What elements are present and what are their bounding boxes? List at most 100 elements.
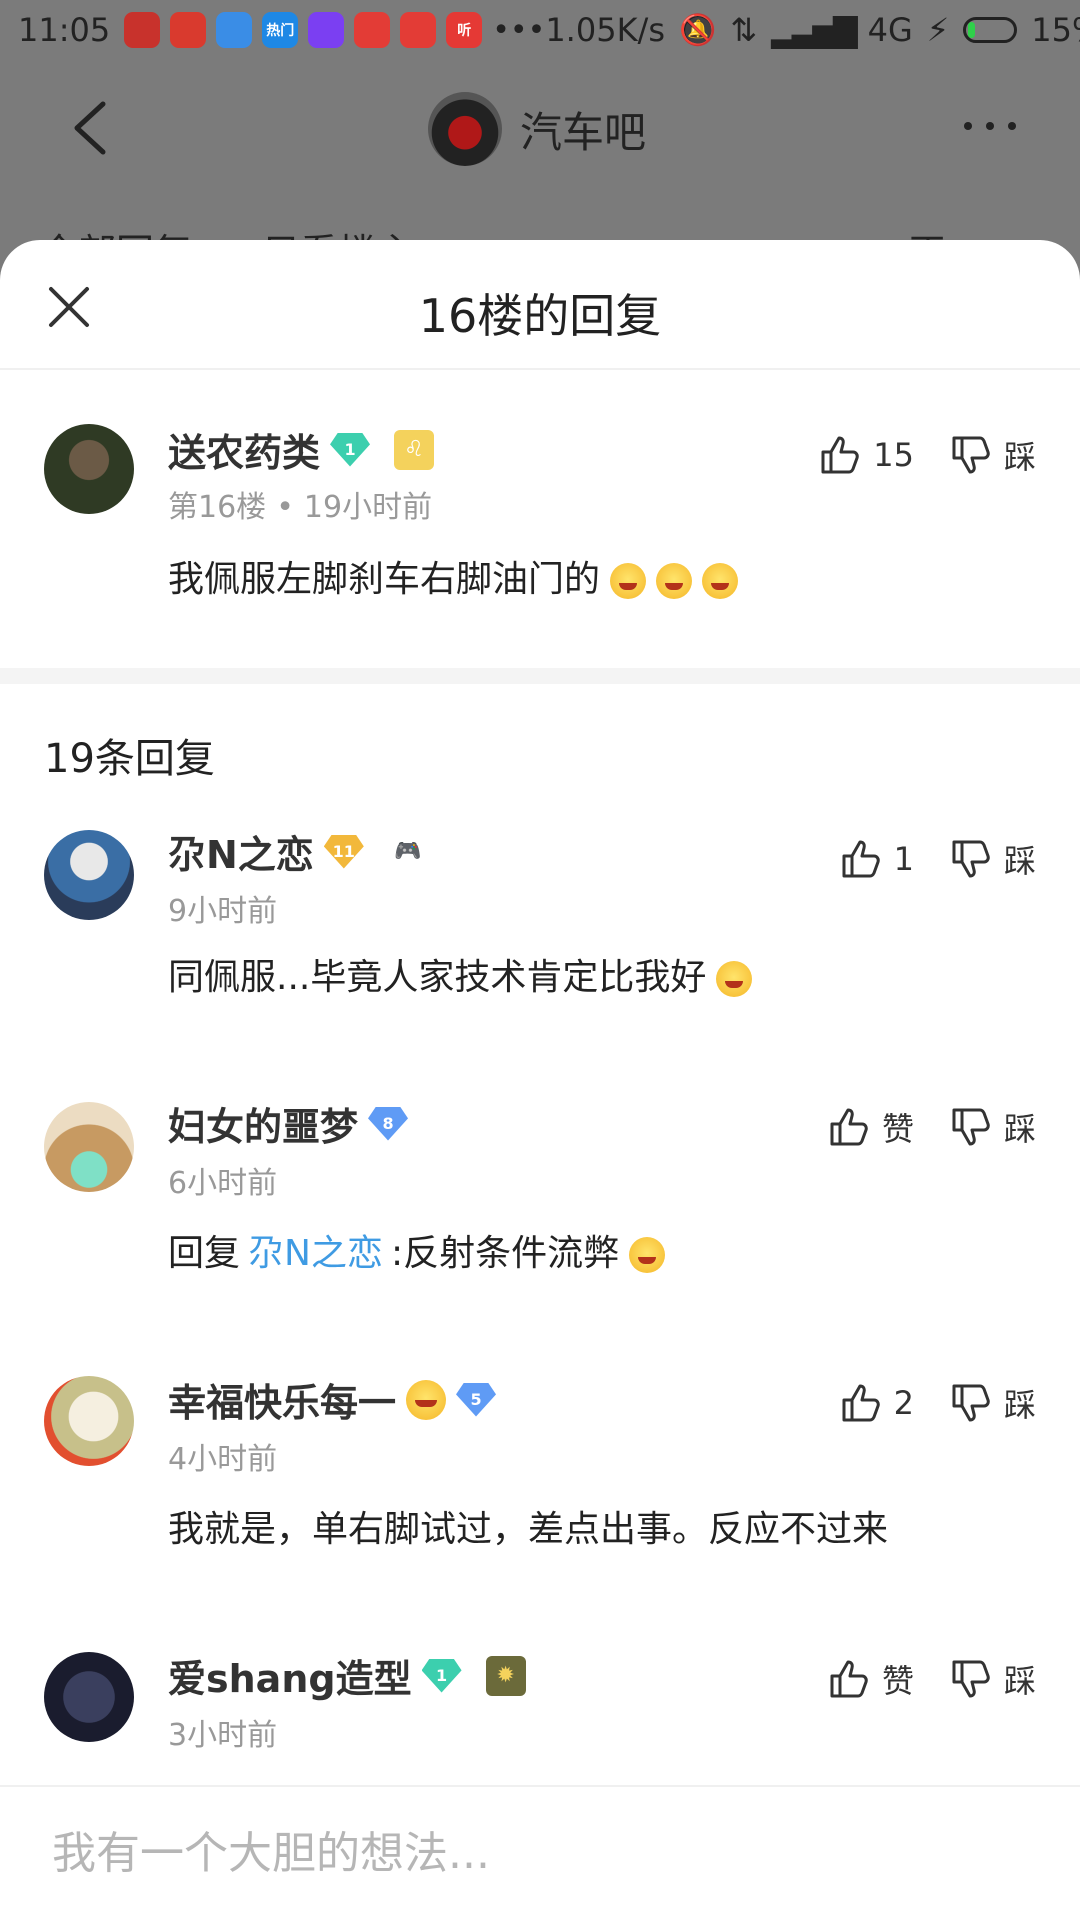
- like-button[interactable]: 赞: [828, 1104, 914, 1150]
- dislike-label: 踩: [1003, 1662, 1036, 1700]
- thumbs-up-icon: [842, 1384, 880, 1422]
- app-play-icon: [216, 12, 253, 48]
- like-count: 1: [893, 840, 914, 878]
- heart-eyes-emoji-icon: [406, 1379, 447, 1420]
- grin-emoji-icon: [610, 563, 647, 599]
- dislike-label: 踩: [1003, 438, 1036, 476]
- name-row: 幸福快乐每一 5: [168, 1372, 497, 1427]
- username[interactable]: 尕N之恋: [168, 824, 314, 879]
- avatar[interactable]: [44, 1652, 134, 1742]
- forum-name: 汽车吧: [520, 107, 647, 157]
- thumbs-up-icon: [830, 1660, 868, 1698]
- username[interactable]: 送农药类: [168, 422, 320, 477]
- battery-icon: [963, 17, 1018, 43]
- back-icon[interactable]: [65, 98, 115, 158]
- more-options-icon[interactable]: [964, 122, 1016, 130]
- reply-input-bar: [0, 1785, 1080, 1920]
- thumbs-down-icon: [952, 1384, 990, 1422]
- comment-time: 4小时前: [168, 1442, 278, 1477]
- reply-input[interactable]: [50, 1827, 1030, 1880]
- post-actions: 15 踩: [819, 432, 1036, 478]
- avatar[interactable]: [44, 1102, 134, 1192]
- thumbs-down-icon: [952, 840, 990, 878]
- comment-time: 6小时前: [168, 1166, 278, 1201]
- dislike-button[interactable]: 踩: [950, 836, 1036, 882]
- charging-icon: ⚡: [926, 11, 950, 49]
- like-button[interactable]: 1: [840, 838, 914, 880]
- comment-item: 妇女的噩梦 8 6小时前 回复 尕N之恋:反射条件流弊 赞 踩: [0, 1100, 1080, 1376]
- post-time: 19小时前: [303, 490, 433, 525]
- grin-emoji-icon: [629, 1237, 666, 1273]
- post-meta: 第16楼 • 19小时前: [168, 482, 432, 526]
- net-speed: 1.05K/s: [545, 11, 665, 49]
- dislike-button[interactable]: 踩: [950, 1380, 1036, 1426]
- comment-time: 9小时前: [168, 894, 278, 929]
- comment-content: 同佩服...毕竟人家技术肯定比我好: [168, 948, 753, 1000]
- grin-emoji-icon: [702, 563, 739, 599]
- floor-number: 第16楼: [168, 490, 267, 525]
- comment-item: 尕N之恋 11 🎮 9小时前 同佩服...毕竟人家技术肯定比我好 1 踩: [0, 824, 1080, 1100]
- battery-percent: 15%: [1031, 11, 1080, 49]
- post-content: 我佩服左脚刹车右脚油门的: [168, 550, 739, 602]
- dislike-label: 踩: [1003, 1110, 1036, 1148]
- yum-emoji-icon: [716, 961, 753, 997]
- name-row: 尕N之恋 11 🎮: [168, 824, 428, 879]
- level-badge: 1: [421, 1658, 462, 1693]
- forum-avatar: [428, 92, 502, 166]
- dislike-label: 踩: [1003, 1386, 1036, 1424]
- thumbs-down-icon: [952, 436, 990, 474]
- like-button[interactable]: 15: [819, 434, 914, 476]
- like-count: 15: [873, 436, 914, 474]
- post-text: 我佩服左脚刹车右脚油门的: [168, 559, 601, 600]
- battery-fill: [968, 22, 976, 38]
- thumbs-down-icon: [952, 1108, 990, 1146]
- dislike-button[interactable]: 踩: [950, 1656, 1036, 1702]
- avatar[interactable]: [44, 830, 134, 920]
- dislike-button[interactable]: 踩: [950, 432, 1036, 478]
- more-notifications-icon: •••: [492, 12, 546, 48]
- reply-sheet: 16楼的回复 送农药类 1 ♌ 第16楼 • 19小时前 我佩服左脚刹车右脚油门的 …: [0, 240, 1080, 1920]
- thumbs-up-icon: [842, 840, 880, 878]
- comment-text: :反射条件流弊: [390, 1233, 620, 1274]
- forum-title[interactable]: 汽车吧: [428, 92, 646, 166]
- thumbs-up-icon: [830, 1108, 868, 1146]
- dislike-button[interactable]: 踩: [950, 1104, 1036, 1150]
- app-hot-icon: 热门: [262, 12, 299, 48]
- level-badge: 8: [368, 1106, 409, 1141]
- reply-prefix: 回复: [168, 1233, 241, 1274]
- sheet-header: 16楼的回复: [0, 240, 1080, 370]
- comment-actions: 1 踩: [840, 836, 1036, 882]
- like-button[interactable]: 赞: [828, 1656, 914, 1702]
- username[interactable]: 爱shang造型: [168, 1648, 412, 1703]
- username[interactable]: 幸福快乐每一: [168, 1372, 396, 1427]
- comment-actions: 2 踩: [840, 1380, 1036, 1426]
- grin-emoji-icon: [656, 563, 693, 599]
- comment-actions: 赞 踩: [828, 1104, 1036, 1150]
- app-red-icon-1: [354, 12, 391, 48]
- thumbs-up-icon: [821, 436, 860, 474]
- name-row: 爱shang造型 1 ✹: [168, 1648, 526, 1703]
- avatar[interactable]: [44, 1376, 134, 1466]
- dislike-label: 踩: [1003, 842, 1036, 880]
- network-type: 4G: [867, 11, 913, 49]
- like-button[interactable]: 2: [840, 1382, 914, 1424]
- app-listen-icon: 听: [446, 12, 483, 48]
- name-row: 妇女的噩梦 8: [168, 1096, 409, 1151]
- level-badge: 11: [323, 834, 364, 869]
- main-post: 送农药类 1 ♌ 第16楼 • 19小时前 我佩服左脚刹车右脚油门的 15 踩: [0, 370, 1080, 668]
- comment-text: 我就是，单右脚试过，差点出事。反应不过来: [168, 1509, 889, 1550]
- comment-content: 我就是，单右脚试过，差点出事。反应不过来: [168, 1500, 888, 1552]
- app-video-icon: [308, 12, 345, 48]
- game-controller-icon: 🎮: [394, 839, 422, 864]
- like-label: 赞: [881, 1662, 914, 1700]
- notification-icons: 热门 听: [124, 12, 483, 48]
- comment-item: 幸福快乐每一 5 4小时前 我就是，单右脚试过，差点出事。反应不过来 2 踩: [0, 1376, 1080, 1652]
- avatar[interactable]: [44, 424, 134, 514]
- app-red-icon-2: [400, 12, 437, 48]
- data-arrows-icon: ⇅: [730, 11, 758, 49]
- thumbs-down-icon: [952, 1660, 990, 1698]
- signal-icon: ▂▃▅▇: [771, 11, 857, 49]
- mention-link[interactable]: 尕N之恋: [248, 1233, 383, 1274]
- username[interactable]: 妇女的噩梦: [168, 1096, 358, 1151]
- comment-time: 3小时前: [168, 1718, 278, 1753]
